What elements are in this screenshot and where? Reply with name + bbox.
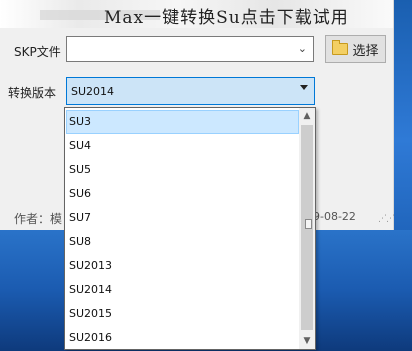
list-item[interactable]: SU2013 [66, 254, 299, 278]
author-text: 作者：模 [14, 212, 63, 226]
list-item[interactable]: SU2014 [66, 278, 299, 302]
skp-file-label: SKP文件 [14, 45, 61, 59]
skp-file-input[interactable]: ⌄ [66, 36, 314, 62]
list-item[interactable]: SU2016 [66, 326, 299, 350]
list-item[interactable]: SU4 [66, 134, 299, 158]
promo-banner[interactable]: Max一键转换Su点击下载试用 [0, 0, 393, 28]
browse-button[interactable]: 选择 [325, 35, 386, 63]
scroll-down-icon[interactable]: ▼ [299, 333, 315, 349]
list-item[interactable]: SU2015 [66, 302, 299, 326]
browse-button-label: 选择 [352, 43, 379, 59]
scroll-thumb-grip [305, 219, 312, 229]
chevron-down-icon[interactable]: ⌄ [298, 42, 307, 55]
date-text: 9-08-22 [313, 210, 356, 223]
list-item[interactable]: SU3 [66, 110, 299, 134]
version-select[interactable]: SU2014 [66, 77, 315, 105]
version-dropdown-list: SU3 SU4 SU5 SU6 SU7 SU8 SU2013 SU2014 SU… [64, 107, 316, 350]
banner-title[interactable]: Max一键转换Su点击下载试用 [104, 3, 349, 28]
version-label: 转换版本 [8, 86, 57, 100]
folder-icon [332, 40, 349, 55]
scroll-thumb[interactable] [301, 125, 313, 330]
dropdown-scrollbar[interactable]: ▲ ▼ [299, 108, 315, 349]
list-item[interactable]: SU5 [66, 158, 299, 182]
resize-grip-icon[interactable]: ⋰⋰ [378, 214, 395, 224]
list-item[interactable]: SU6 [66, 182, 299, 206]
version-select-value: SU2014 [71, 85, 115, 98]
scroll-up-icon[interactable]: ▲ [299, 108, 315, 124]
list-item[interactable]: SU7 [66, 206, 299, 230]
list-item[interactable]: SU8 [66, 230, 299, 254]
triangle-down-icon[interactable] [300, 85, 308, 90]
